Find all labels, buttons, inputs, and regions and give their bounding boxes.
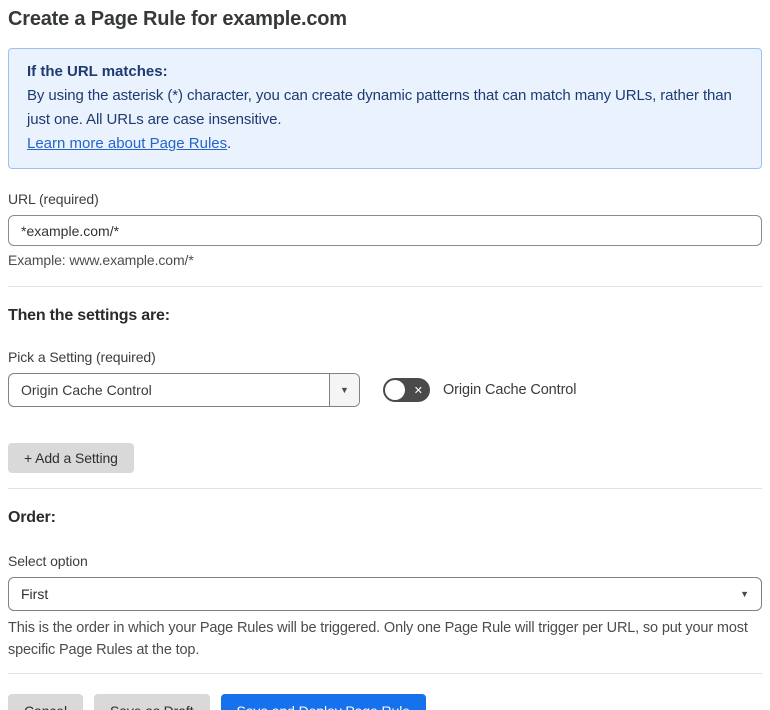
info-box-heading: If the URL matches:: [27, 63, 168, 80]
chevron-down-icon[interactable]: ▼: [329, 374, 359, 406]
info-box-body: By using the asterisk (*) character, you…: [27, 87, 732, 128]
create-page-rule-panel: Create a Page Rule for example.com If th…: [0, 0, 770, 710]
settings-section-heading: Then the settings are:: [8, 307, 170, 324]
info-box-link-line: Learn more about Page Rules.: [27, 132, 743, 156]
setting-select-value: Origin Cache Control: [21, 382, 152, 398]
page-title: Create a Page Rule for example.com: [8, 8, 347, 30]
order-section-heading: Order:: [8, 509, 56, 526]
origin-cache-control-toggle[interactable]: ✕: [383, 378, 430, 402]
pick-setting-label: Pick a Setting (required): [8, 349, 156, 365]
url-input[interactable]: [8, 215, 762, 246]
cancel-button[interactable]: Cancel: [8, 694, 83, 710]
toggle-off-x-icon: ✕: [413, 384, 423, 397]
toggle-knob: [385, 380, 405, 400]
url-match-info-box: If the URL matches: By using the asteris…: [8, 48, 762, 169]
order-select-value: First: [21, 586, 49, 602]
order-hint: This is the order in which your Page Rul…: [8, 620, 748, 658]
add-setting-button[interactable]: + Add a Setting: [8, 443, 134, 473]
divider: [8, 673, 762, 674]
divider: [8, 488, 762, 489]
save-as-draft-button[interactable]: Save as Draft: [93, 694, 210, 710]
select-option-label: Select option: [8, 553, 88, 569]
setting-select[interactable]: Origin Cache Control ▼: [8, 373, 360, 407]
chevron-down-icon: ▼: [740, 589, 749, 599]
learn-more-link[interactable]: Learn more about Page Rules: [27, 135, 227, 152]
order-select[interactable]: First ▼: [8, 577, 762, 611]
divider: [8, 286, 762, 287]
setting-row: Origin Cache Control ▼ ✕ Origin Cache Co…: [8, 373, 762, 407]
url-field-label: URL (required): [8, 191, 99, 207]
save-and-deploy-button[interactable]: Save and Deploy Page Rule: [220, 694, 426, 710]
toggle-label: Origin Cache Control: [443, 382, 577, 398]
link-period: .: [227, 135, 232, 152]
url-example-hint: Example: www.example.com/*: [8, 252, 194, 268]
footer-actions: Cancel Save as Draft Save and Deploy Pag…: [8, 694, 762, 710]
